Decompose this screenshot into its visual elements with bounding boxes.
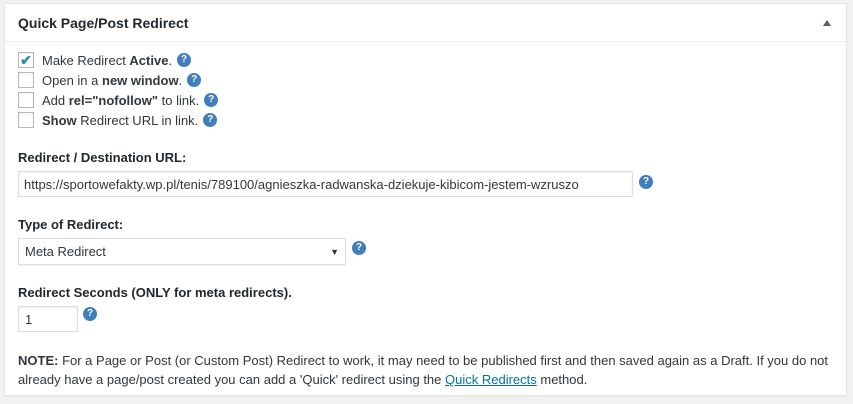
option-nofollow-row: Add rel="nofollow" to link. ? bbox=[18, 90, 834, 110]
option-active-row: ✔ Make Redirect Active. ? bbox=[18, 50, 834, 70]
new-window-checkbox[interactable] bbox=[18, 72, 34, 88]
destination-url-input[interactable] bbox=[18, 171, 633, 197]
help-icon[interactable]: ? bbox=[203, 113, 218, 127]
seconds-field-group: Redirect Seconds (ONLY for meta redirect… bbox=[18, 285, 834, 332]
help-icon[interactable]: ? bbox=[639, 175, 653, 189]
metabox-title: Quick Page/Post Redirect bbox=[18, 14, 189, 31]
show-url-checkbox[interactable] bbox=[18, 112, 34, 128]
active-label[interactable]: Make Redirect Active. bbox=[42, 53, 172, 68]
redirect-type-select[interactable]: Meta Redirect ▼ bbox=[18, 238, 346, 265]
collapse-toggle-icon[interactable] bbox=[820, 16, 834, 30]
metabox-content: ✔ Make Redirect Active. ? Open in a new … bbox=[18, 50, 834, 389]
quick-redirect-metabox: Quick Page/Post Redirect ✔ Make Redirect… bbox=[4, 3, 847, 396]
checkmark-icon: ✔ bbox=[20, 52, 32, 68]
nofollow-label[interactable]: Add rel="nofollow" to link. bbox=[42, 93, 199, 108]
option-show-url-row: Show Redirect URL in link. ? bbox=[18, 110, 834, 130]
quick-redirects-link[interactable]: Quick Redirects bbox=[445, 372, 537, 387]
help-icon[interactable]: ? bbox=[83, 307, 97, 321]
redirect-seconds-input[interactable] bbox=[18, 306, 78, 332]
show-url-label[interactable]: Show Redirect URL in link. bbox=[42, 113, 198, 128]
redirect-type-value: Meta Redirect bbox=[25, 244, 106, 259]
help-icon[interactable]: ? bbox=[187, 73, 202, 87]
option-new-window-row: Open in a new window. ? bbox=[18, 70, 834, 90]
nofollow-checkbox[interactable] bbox=[18, 92, 34, 108]
new-window-label[interactable]: Open in a new window. bbox=[42, 73, 182, 88]
help-icon[interactable]: ? bbox=[352, 240, 366, 255]
url-field-label: Redirect / Destination URL: bbox=[18, 150, 187, 165]
help-icon[interactable]: ? bbox=[177, 53, 192, 67]
note-label: NOTE: bbox=[18, 353, 59, 368]
chevron-down-icon: ▼ bbox=[330, 246, 339, 257]
active-checkbox[interactable]: ✔ bbox=[18, 52, 34, 68]
note-text: NOTE: For a Page or Post (or Custom Post… bbox=[18, 353, 829, 387]
type-field-group: Type of Redirect: Meta Redirect ▼ ? bbox=[18, 217, 834, 265]
metabox-header[interactable]: Quick Page/Post Redirect bbox=[5, 4, 846, 42]
seconds-field-label: Redirect Seconds (ONLY for meta redirect… bbox=[18, 285, 292, 300]
url-field-group: Redirect / Destination URL: ? bbox=[18, 150, 834, 197]
type-field-label: Type of Redirect: bbox=[18, 217, 124, 232]
help-icon[interactable]: ? bbox=[204, 93, 219, 107]
